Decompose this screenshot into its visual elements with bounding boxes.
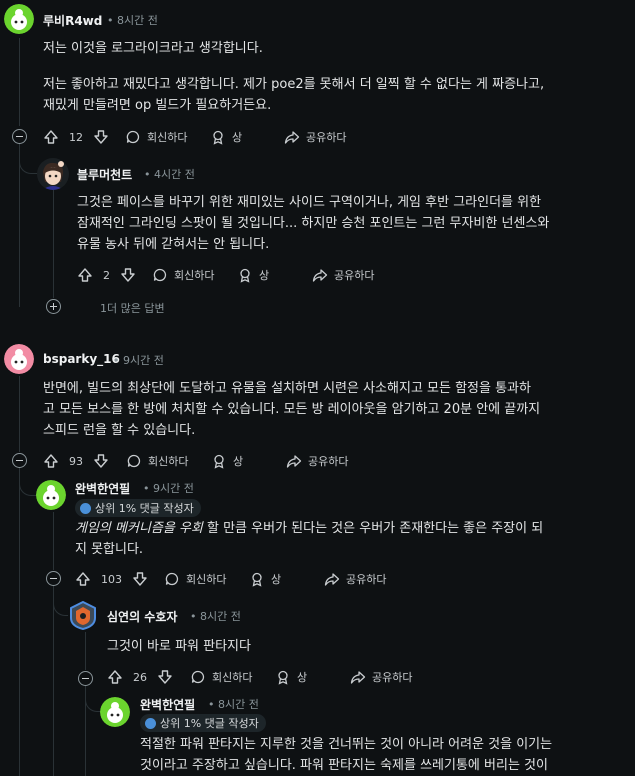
thread-line (19, 468, 20, 776)
collapse-icon[interactable] (12, 129, 27, 144)
vote-group: 12 (43, 126, 109, 148)
comment-time: • 9시간 전 (143, 482, 194, 495)
more-replies-link[interactable]: 1더 많은 답변 (100, 300, 165, 316)
vote-group: 2 (77, 264, 136, 286)
shield-avatar[interactable] (68, 600, 98, 630)
reply-button[interactable]: 회신하다 (125, 126, 187, 148)
thread-hook (19, 142, 37, 174)
comment-icon (153, 268, 167, 282)
comment-time: • 9시간 전 (113, 354, 164, 367)
comment-time: • 8시간 전 (208, 698, 259, 711)
downvote-icon[interactable] (93, 129, 109, 145)
downvote-icon[interactable] (120, 267, 136, 283)
top-commenter-badge: 상위 1% 댓글 작성자 (75, 499, 201, 517)
comment-time: • 4시간 전 (144, 168, 195, 181)
share-icon (312, 269, 328, 282)
share-icon (324, 573, 340, 586)
award-icon (252, 572, 262, 587)
share-button[interactable]: 공유하다 (350, 666, 412, 688)
thread-line (53, 512, 54, 570)
vote-group: 103 (75, 568, 148, 590)
snoo-avatar[interactable] (4, 4, 34, 34)
award-button[interactable]: 상 (275, 666, 307, 688)
comment-author[interactable]: 완벽한연필 (140, 696, 195, 713)
snoo-avatar[interactable] (100, 697, 130, 727)
upvote-icon[interactable] (43, 129, 59, 145)
award-button[interactable]: 상 (237, 264, 269, 286)
share-button[interactable]: 공유하다 (312, 264, 374, 286)
reply-button[interactable]: 회신하다 (164, 568, 226, 590)
share-button[interactable]: 공유하다 (286, 450, 348, 472)
snoo-avatar[interactable] (36, 480, 66, 510)
comment-time: • 8시간 전 (190, 610, 241, 623)
vote-count: 103 (101, 572, 122, 586)
comment-body: 게임의 메커니즘을 우회 할 만큼 우버가 된다는 것은 우버가 존재한다는 좋… (75, 521, 544, 557)
comment-author[interactable]: 블루머천트 (77, 166, 132, 183)
collapse-icon[interactable] (78, 671, 93, 686)
snoo-avatar[interactable] (4, 344, 34, 374)
top-commenter-badge: 상위 1% 댓글 작성자 (140, 714, 266, 732)
upvote-icon[interactable] (75, 571, 91, 587)
upvote-icon[interactable] (43, 453, 59, 469)
award-icon (240, 268, 250, 283)
comment-body: 반면에, 빌드의 최상단에 도달하고 유물을 설치하면 시련은 사소해지고 모든… (43, 381, 541, 438)
award-icon (213, 130, 223, 145)
thread-line (19, 38, 20, 126)
vote-group: 93 (43, 450, 109, 472)
comment-icon (191, 670, 205, 684)
share-icon (284, 131, 300, 144)
comment-body: 적절한 파워 판타지는 지루한 것을 건너뛰는 것이 아니라 어려운 것을 이기… (140, 737, 553, 773)
thread-hook (19, 468, 37, 496)
comment-body: 그것이 바로 파워 판타지다 (107, 639, 251, 654)
award-icon (214, 454, 224, 469)
upvote-icon[interactable] (107, 669, 123, 685)
vote-count: 93 (69, 454, 83, 468)
comment-body: 저는 이것을 로그라이크라고 생각합니다. 저는 좋아하고 재밌다고 생각합니다… (43, 41, 545, 113)
downvote-icon[interactable] (132, 571, 148, 587)
thread-line (53, 586, 54, 776)
thread-line (53, 190, 54, 298)
thread-line (85, 632, 86, 670)
award-button[interactable]: 상 (249, 568, 281, 590)
upvote-icon[interactable] (77, 267, 93, 283)
award-button[interactable]: 상 (210, 126, 242, 148)
user-avatar[interactable] (37, 158, 69, 190)
comment-author[interactable]: 완벽한연필 (75, 480, 130, 497)
award-button[interactable]: 상 (211, 450, 243, 472)
share-button[interactable]: 공유하다 (324, 568, 386, 590)
downvote-icon[interactable] (93, 453, 109, 469)
award-icon (278, 670, 288, 685)
comment-body: 그것은 페이스를 바꾸기 위한 재미있는 사이드 구역이거나, 게임 후반 그라… (77, 195, 550, 252)
vote-count: 12 (69, 130, 83, 144)
downvote-icon[interactable] (157, 669, 173, 685)
reply-button[interactable]: 회신하다 (152, 264, 214, 286)
comment-icon (127, 454, 141, 468)
share-button[interactable]: 공유하다 (284, 126, 346, 148)
collapse-icon[interactable] (46, 571, 61, 586)
vote-group: 26 (107, 666, 173, 688)
expand-icon[interactable] (46, 299, 61, 314)
vote-count: 2 (103, 268, 110, 282)
comment-author[interactable]: bsparky_16 (43, 352, 120, 366)
comment-author[interactable]: 루비R4wd (43, 12, 102, 29)
badge-icon (80, 502, 91, 514)
share-icon (286, 455, 302, 468)
comment-author[interactable]: 심연의 수호자 (107, 608, 177, 625)
reply-button[interactable]: 회신하다 (126, 450, 188, 472)
comment-icon (165, 572, 179, 586)
comment-time: • 8시간 전 (107, 14, 158, 27)
collapse-icon[interactable] (12, 453, 27, 468)
comment-icon (126, 130, 140, 144)
badge-icon (145, 717, 156, 729)
share-icon (350, 671, 366, 684)
vote-count: 26 (133, 670, 147, 684)
reply-button[interactable]: 회신하다 (190, 666, 252, 688)
thread-line (19, 376, 20, 452)
